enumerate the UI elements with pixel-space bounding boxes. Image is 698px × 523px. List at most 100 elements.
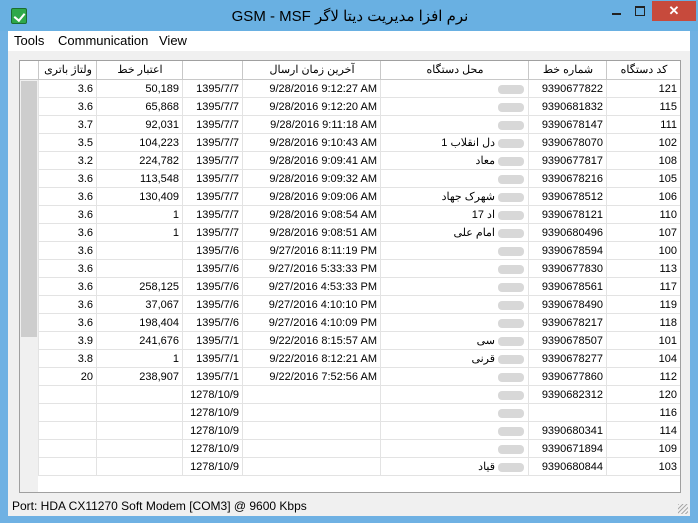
cell-credit: 1 [96, 206, 182, 224]
cell-place [380, 422, 528, 440]
cell-last-send: 9/27/2016 4:53:33 PM [242, 278, 380, 296]
table-row[interactable]: 1278/10/9 116 [38, 404, 680, 422]
table-row[interactable]: 1278/10/9 9390680341 114 [38, 422, 680, 440]
cell-place [380, 314, 528, 332]
table-row[interactable]: 3.6 1 1395/7/7 9/28/2016 9:08:54 AM اد 17 939… [38, 206, 680, 224]
cell-place: قرنی [380, 350, 528, 368]
cell-code: 115 [606, 98, 680, 116]
cell-date: 1278/10/9 [182, 422, 242, 440]
col-header-credit[interactable]: اعتبار خط [96, 61, 183, 79]
cell-voltage: 3.6 [38, 314, 96, 332]
cell-voltage: 3.9 [38, 332, 96, 350]
resize-grip[interactable] [678, 504, 688, 514]
redacted-block [498, 138, 524, 148]
cell-date: 1395/7/7 [182, 170, 242, 188]
cell-credit: 258,125 [96, 278, 182, 296]
cell-phone: 9390680496 [528, 224, 606, 242]
cell-date: 1395/7/6 [182, 314, 242, 332]
redacted-block [498, 102, 524, 112]
devices-grid[interactable]: ولتاژ باتری اعتبار خط آخرین زمان ارسال م… [19, 60, 681, 493]
table-row[interactable]: 3.6 1395/7/6 9/27/2016 8:11:19 PM 939067859… [38, 242, 680, 260]
cell-voltage: 3.6 [38, 296, 96, 314]
table-row[interactable]: 3.6 1395/7/6 9/27/2016 5:33:33 PM 939067783… [38, 260, 680, 278]
menu-view[interactable]: View [159, 33, 187, 48]
maximize-button[interactable] [628, 1, 652, 21]
table-row[interactable]: 3.6 198,404 1395/7/6 9/27/2016 4:10:09 PM 93… [38, 314, 680, 332]
redacted-block [498, 462, 524, 472]
col-header-phone[interactable]: شماره خط [528, 61, 607, 79]
cell-date: 1395/7/6 [182, 296, 242, 314]
cell-voltage: 3.6 [38, 242, 96, 260]
cell-phone: 9390678594 [528, 242, 606, 260]
redacted-block [498, 264, 524, 274]
col-header-last-send[interactable]: آخرین زمان ارسال [242, 61, 381, 79]
cell-phone: 9390678561 [528, 278, 606, 296]
cell-credit: 198,404 [96, 314, 182, 332]
minimize-button[interactable] [604, 1, 628, 21]
table-row[interactable]: 3.6 258,125 1395/7/6 9/27/2016 4:53:33 PM 93… [38, 278, 680, 296]
table-row[interactable]: 1278/10/9 9390682312 120 [38, 386, 680, 404]
cell-voltage: 3.7 [38, 116, 96, 134]
place-text: اد 17 [471, 209, 495, 221]
cell-last-send: 9/28/2016 9:08:51 AM [242, 224, 380, 242]
cell-credit [96, 242, 182, 260]
redacted-block [498, 156, 524, 166]
cell-code: 102 [606, 134, 680, 152]
col-header-voltage[interactable]: ولتاژ باتری [38, 61, 97, 79]
cell-voltage: 3.6 [38, 188, 96, 206]
title-bar[interactable]: GSM - MSF نرم افزا مدیریت دیتا لاگر ✕ [0, 0, 698, 31]
cell-last-send: 9/28/2016 9:09:41 AM [242, 152, 380, 170]
cell-voltage [38, 404, 96, 422]
table-row[interactable]: 3.6 50,189 1395/7/7 9/28/2016 9:12:27 AM 939… [38, 80, 680, 98]
app-window: GSM - MSF نرم افزا مدیریت دیتا لاگر ✕ To… [0, 0, 698, 523]
cell-last-send: 9/27/2016 4:10:10 PM [242, 296, 380, 314]
table-row[interactable]: 3.6 37,067 1395/7/6 9/27/2016 4:10:10 PM 939… [38, 296, 680, 314]
cell-phone: 9390677830 [528, 260, 606, 278]
cell-credit: 238,907 [96, 368, 182, 386]
table-row[interactable]: 3.6 130,409 1395/7/7 9/28/2016 9:09:06 AM شه… [38, 188, 680, 206]
table-row[interactable]: 3.6 1 1395/7/7 9/28/2016 9:08:51 AM امام علی… [38, 224, 680, 242]
col-header-place[interactable]: محل دستگاه [380, 61, 529, 79]
cell-phone: 9390678121 [528, 206, 606, 224]
table-row[interactable]: 3.5 104,223 1395/7/7 9/28/2016 9:10:43 AM دل… [38, 134, 680, 152]
cell-place: شهرک جهاد [380, 188, 528, 206]
cell-place [380, 80, 528, 98]
table-row[interactable]: 1278/10/9 قیاد 9390680844 103 [38, 458, 680, 476]
cell-code: 103 [606, 458, 680, 476]
table-row[interactable]: 3.7 92,031 1395/7/7 9/28/2016 9:11:18 AM 939… [38, 116, 680, 134]
cell-date: 1395/7/1 [182, 350, 242, 368]
col-header-code[interactable]: کد دستگاه [606, 61, 680, 79]
menu-communication[interactable]: Communication [58, 33, 148, 48]
menu-tools[interactable]: Tools [14, 33, 44, 48]
close-button[interactable]: ✕ [652, 1, 696, 21]
place-text: قیاد [478, 461, 495, 473]
cell-date: 1278/10/9 [182, 386, 242, 404]
table-row[interactable]: 3.6 113,548 1395/7/7 9/28/2016 9:09:32 AM 93… [38, 170, 680, 188]
table-row[interactable]: 3.9 241,676 1395/7/1 9/22/2016 8:15:57 AM سی… [38, 332, 680, 350]
table-row[interactable]: 1278/10/9 9390671894 109 [38, 440, 680, 458]
redacted-block [498, 372, 524, 382]
cell-phone: 9390677817 [528, 152, 606, 170]
table-row[interactable]: 3.8 1 1395/7/1 9/22/2016 8:12:21 AM قرنی 9390… [38, 350, 680, 368]
cell-phone: 9390682312 [528, 386, 606, 404]
app-icon[interactable] [11, 8, 27, 24]
cell-last-send: 9/22/2016 7:52:56 AM [242, 368, 380, 386]
table-row[interactable]: 20 238,907 1395/7/1 9/22/2016 7:52:56 AM 939… [38, 368, 680, 386]
cell-date: 1395/7/6 [182, 242, 242, 260]
table-row[interactable]: 3.6 65,868 1395/7/7 9/28/2016 9:12:20 AM 939… [38, 98, 680, 116]
table-row[interactable]: 3.2 224,782 1395/7/7 9/28/2016 9:09:41 AM مع… [38, 152, 680, 170]
col-header-date[interactable] [182, 61, 243, 79]
scrollbar-thumb[interactable] [21, 81, 37, 337]
cell-place [380, 260, 528, 278]
cell-last-send: 9/28/2016 9:12:20 AM [242, 98, 380, 116]
vertical-scrollbar[interactable] [20, 80, 38, 492]
cell-voltage: 20 [38, 368, 96, 386]
cell-place [380, 98, 528, 116]
status-bar: Port: HDA CX11270 Soft Modem [COM3] @ 96… [8, 496, 690, 516]
cell-credit: 50,189 [96, 80, 182, 98]
cell-place [380, 170, 528, 188]
cell-place: معاد [380, 152, 528, 170]
place-text: دل انقلاب 1 [441, 137, 495, 149]
cell-credit: 104,223 [96, 134, 182, 152]
cell-voltage: 3.6 [38, 224, 96, 242]
